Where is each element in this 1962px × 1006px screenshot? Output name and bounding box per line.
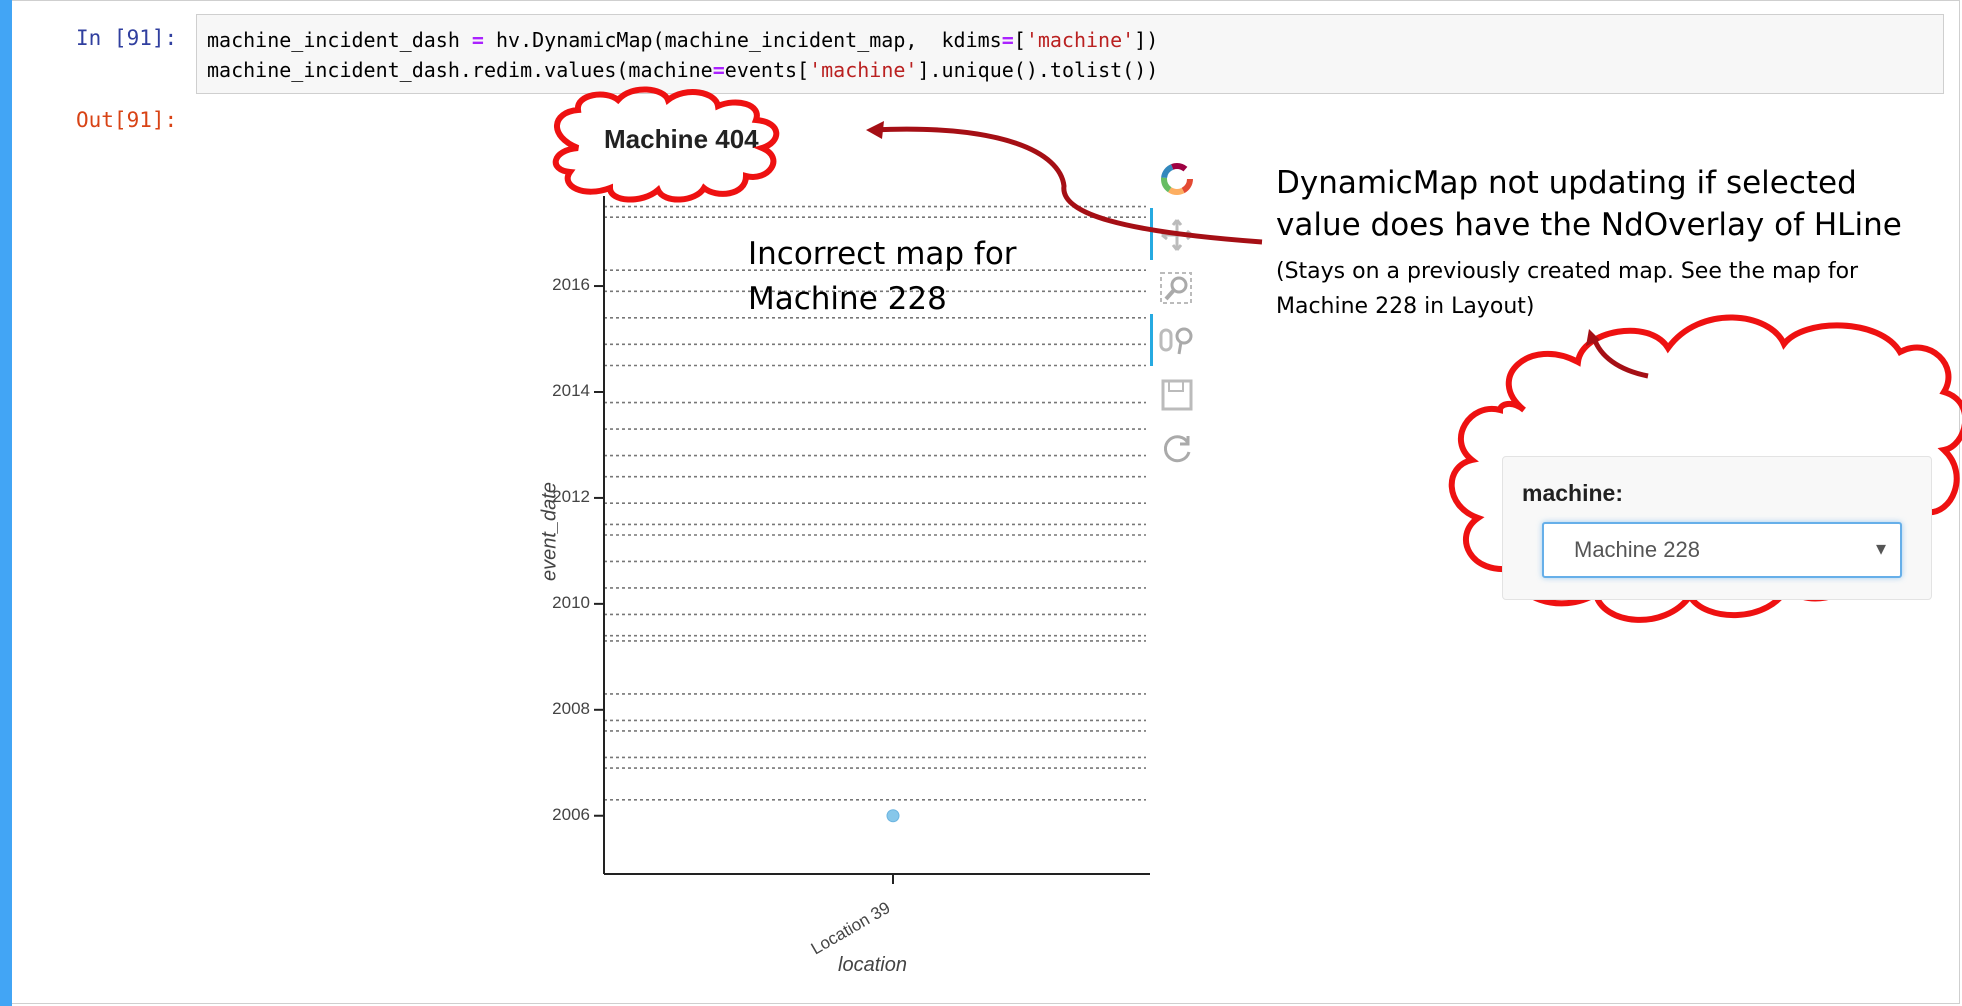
machine-select-value: Machine 228: [1574, 537, 1700, 562]
code-input-area[interactable]: machine_incident_dash = hv.DynamicMap(ma…: [196, 14, 1944, 94]
reset-icon[interactable]: [1158, 430, 1196, 468]
machine-select[interactable]: Machine 228 ▾: [1542, 522, 1902, 578]
out-prompt: Out[91]:: [76, 108, 178, 132]
wheel-zoom-icon[interactable]: [1158, 322, 1196, 360]
y-tick-label: 2014: [552, 380, 590, 400]
in-prompt: In [91]:: [76, 26, 178, 50]
y-tick-label: 2006: [552, 804, 590, 824]
code-string: 'machine': [809, 58, 918, 82]
save-icon[interactable]: [1158, 376, 1196, 414]
incorrect-map-annotation: Incorrect map for Machine 228: [748, 236, 1017, 317]
code-operator: =: [471, 28, 484, 52]
code-text: ]): [1134, 28, 1159, 52]
plot-title: Machine 404: [604, 124, 759, 154]
code-text: hv.DynamicMap(machine_incident_map, kdim…: [483, 28, 1002, 52]
code-text: machine_incident_dash.redim.values(machi…: [207, 58, 713, 82]
pan-tool-active-indicator: [1150, 208, 1153, 260]
pan-icon[interactable]: [1158, 216, 1196, 254]
chevron-down-icon: ▾: [1875, 538, 1886, 560]
wheel-zoom-active-indicator: [1150, 314, 1153, 366]
code-operator: =: [712, 58, 725, 82]
code-operator: =: [1001, 28, 1014, 52]
notebook-page: In [91]: Out[91]: machine_incident_dash …: [0, 0, 1962, 1006]
machine-select-label: machine:: [1522, 480, 1623, 506]
code-string: 'machine': [1025, 28, 1135, 52]
y-axis-label: event_date: [538, 482, 561, 581]
y-tick-label: 2008: [552, 698, 590, 718]
bokeh-logo-icon[interactable]: [1158, 160, 1196, 198]
box-zoom-icon[interactable]: [1158, 270, 1196, 308]
code-text: [: [1013, 28, 1026, 52]
code-text: events[: [724, 58, 810, 82]
y-tick-label: 2016: [552, 275, 590, 295]
issue-annotation-detail: (Stays on a previously created map. See …: [1276, 259, 1859, 319]
cell-selection-bar: [0, 0, 12, 1006]
code-text: ].unique().tolist()): [917, 58, 1159, 82]
x-axis-label: location: [838, 954, 907, 976]
issue-annotation: DynamicMap not updating if selected valu…: [1276, 165, 1902, 243]
code-text: machine_incident_dash: [207, 28, 472, 52]
